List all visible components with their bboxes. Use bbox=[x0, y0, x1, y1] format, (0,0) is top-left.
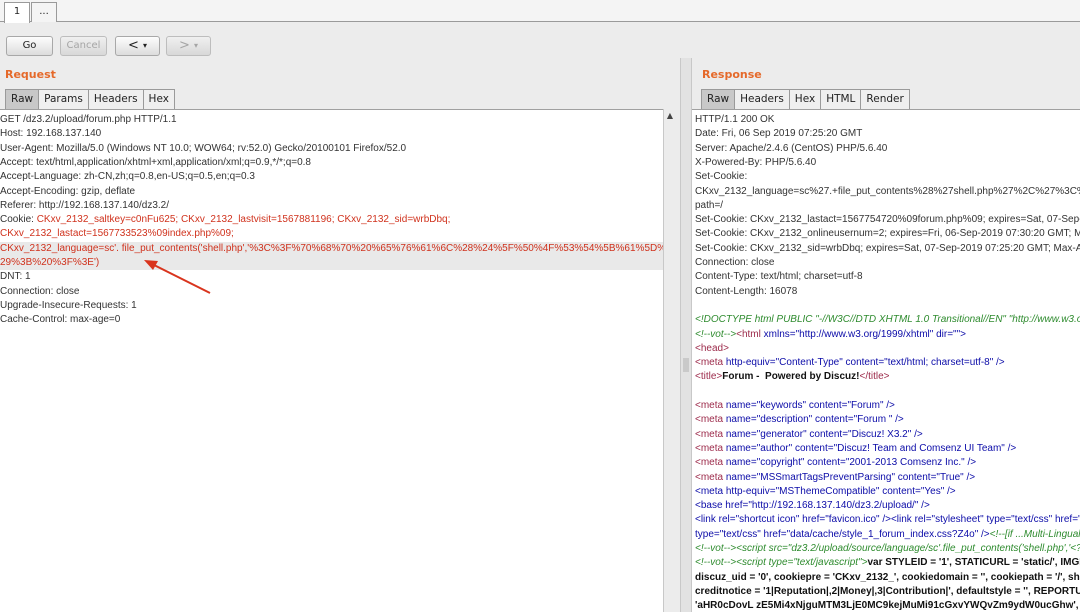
chevron-down-icon: ▾ bbox=[193, 41, 198, 50]
back-button[interactable]: < ▾ bbox=[115, 36, 160, 56]
response-line: Set-Cookie: CKxv_2132_lastact=1567754720… bbox=[695, 214, 1080, 226]
session-tab-strip: 1 ... bbox=[0, 0, 1080, 23]
tab-raw[interactable]: Raw bbox=[5, 89, 40, 109]
response-line: Set-Cookie: CKxv_2132_sid=wrbDbq; expire… bbox=[695, 242, 1080, 254]
response-line: Content-Length: 16078 bbox=[695, 285, 798, 297]
response-line: path=/ bbox=[695, 199, 724, 211]
toolbar: Go Cancel < ▾ > ▾ bbox=[0, 26, 1080, 66]
back-arrow-icon: < bbox=[128, 38, 139, 53]
response-line: <!--vot--><html xmlns="http://www.w3.org… bbox=[695, 328, 966, 340]
response-line: <meta name="author" content="Discuz! Tea… bbox=[695, 442, 1017, 454]
request-tabs: Raw Params Headers Hex bbox=[5, 89, 175, 109]
response-title: Response bbox=[702, 68, 762, 81]
request-title: Request bbox=[5, 68, 56, 81]
response-line: <base href="http://192.168.137.140/dz3.2… bbox=[695, 500, 930, 512]
forward-button[interactable]: > ▾ bbox=[166, 36, 211, 56]
response-line: Server: Apache/2.4.6 (CentOS) PHP/5.6.40 bbox=[695, 142, 888, 154]
session-tab-more[interactable]: ... bbox=[31, 2, 57, 22]
splitter-grip-icon bbox=[683, 358, 689, 372]
response-line: <meta name="MSSmartTagsPreventParsing" c… bbox=[695, 471, 976, 483]
scroll-up-icon[interactable]: ▲ bbox=[664, 109, 676, 122]
response-line: Content-Type: text/html; charset=utf-8 bbox=[695, 271, 863, 283]
response-editor[interactable]: HTTP/1.1 200 OK Date: Fri, 06 Sep 2019 0… bbox=[692, 109, 1080, 612]
tab-html[interactable]: HTML bbox=[820, 89, 862, 109]
response-line: <link rel="shortcut icon" href="favicon.… bbox=[695, 514, 1080, 526]
cancel-button[interactable]: Cancel bbox=[60, 36, 107, 56]
tab-render[interactable]: Render bbox=[860, 89, 910, 109]
response-line: creditnotice = '1|Reputation|,2|Money|,3… bbox=[695, 585, 1080, 597]
session-tab-1[interactable]: 1 bbox=[4, 2, 30, 23]
response-line: Connection: close bbox=[695, 257, 775, 268]
response-line: <!DOCTYPE html PUBLIC "-//W3C//DTD XHTML… bbox=[695, 314, 1080, 326]
response-line: HTTP/1.1 200 OK bbox=[695, 114, 775, 125]
tab-headers[interactable]: Headers bbox=[734, 89, 790, 109]
response-line: type="text/css" href="data/cache/style_1… bbox=[695, 528, 1080, 540]
response-line: <meta http-equiv="MSThemeCompatible" con… bbox=[695, 485, 956, 497]
tab-hex[interactable]: Hex bbox=[142, 89, 175, 109]
go-button[interactable]: Go bbox=[6, 36, 53, 56]
response-line: Set-Cookie: bbox=[695, 171, 751, 183]
response-line: X-Powered-By: PHP/5.6.40 bbox=[695, 156, 817, 168]
request-editor[interactable]: GET /dz3.2/upload/forum.php HTTP/1.1 Hos… bbox=[0, 109, 663, 612]
chevron-down-icon: ▾ bbox=[142, 41, 147, 50]
response-line: 'aHR0cDovL zE5Mi4xNjguMTM3LjE0MC9kejMuMi… bbox=[695, 600, 1080, 612]
pane-splitter[interactable] bbox=[680, 58, 692, 612]
tab-raw[interactable]: Raw bbox=[701, 89, 736, 109]
response-line: <head> bbox=[695, 342, 729, 354]
forward-arrow-icon: > bbox=[179, 38, 190, 53]
response-line: <meta name="description" content="Forum … bbox=[695, 414, 904, 426]
response-line: <meta name="generator" content="Discuz! … bbox=[695, 428, 923, 440]
response-line: <!--vot--><script type="text/javascript"… bbox=[695, 557, 1080, 569]
response-tabs: Raw Headers Hex HTML Render bbox=[701, 89, 910, 109]
response-line: Set-Cookie: CKxv_2132_onlineusernum=2; e… bbox=[695, 228, 1080, 240]
response-line: <meta name="keywords" content="Forum" /> bbox=[695, 400, 895, 411]
response-line: Date: Fri, 06 Sep 2019 07:25:20 GMT bbox=[695, 128, 863, 140]
tab-headers[interactable]: Headers bbox=[87, 89, 144, 109]
response-line: <meta http-equiv="Content-Type" content=… bbox=[695, 357, 1005, 369]
response-line: CKxv_2132_language=sc%27.+file_put_conte… bbox=[695, 185, 1080, 197]
response-line: discuz_uid = '0', cookiepre = 'CKxv_2132… bbox=[695, 571, 1080, 583]
response-line: <title>Forum - Powered by Discuz!</title… bbox=[695, 371, 890, 383]
request-scrollbar[interactable]: ▲ bbox=[663, 109, 676, 612]
tab-hex[interactable]: Hex bbox=[788, 89, 822, 109]
red-arrow-annotation bbox=[144, 260, 211, 294]
response-line: <meta name="copyright" content="2001-201… bbox=[695, 457, 977, 469]
tab-params[interactable]: Params bbox=[38, 89, 89, 109]
response-line: <!--vot--><script src="dz3.2/upload/sour… bbox=[695, 543, 1080, 554]
